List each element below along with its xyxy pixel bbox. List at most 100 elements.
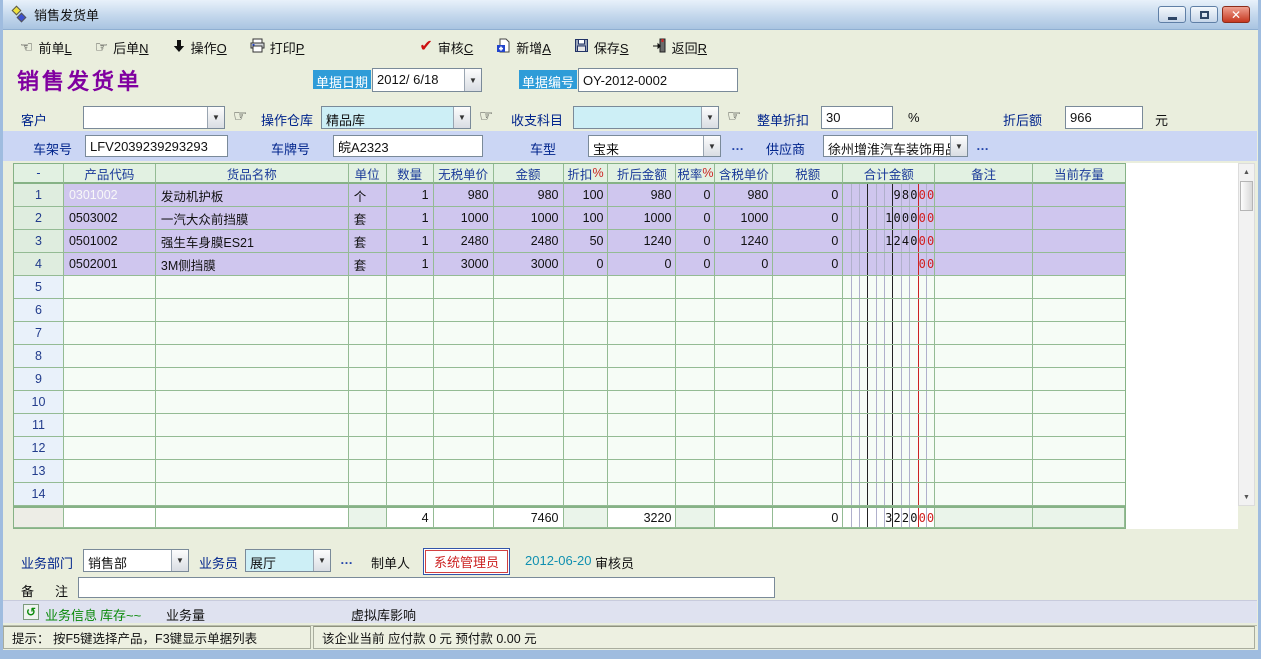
audit-button[interactable]: ✔ 审核C: [416, 36, 476, 59]
cell-code[interactable]: 0501002: [64, 230, 156, 253]
cell-taxPrice[interactable]: [715, 460, 773, 483]
cell-total[interactable]: [843, 368, 935, 391]
cell-tax[interactable]: 0: [773, 253, 843, 276]
cell-taxPrice[interactable]: [715, 345, 773, 368]
cell-discAmt[interactable]: [608, 322, 676, 345]
cell-price[interactable]: [434, 391, 494, 414]
cell-price[interactable]: [434, 483, 494, 506]
cell-total[interactable]: [843, 437, 935, 460]
cell-name[interactable]: [156, 345, 349, 368]
cell-price[interactable]: [434, 345, 494, 368]
cell-code[interactable]: [64, 276, 156, 299]
cell-taxPrice[interactable]: 1240: [715, 230, 773, 253]
cell-taxPrice[interactable]: 0: [715, 253, 773, 276]
cell-unit[interactable]: [349, 299, 387, 322]
cell-num[interactable]: 12: [14, 437, 64, 460]
cell-tax[interactable]: [773, 368, 843, 391]
cell-price[interactable]: [434, 368, 494, 391]
cell-discAmt[interactable]: 1240: [608, 230, 676, 253]
cell-code[interactable]: [64, 368, 156, 391]
order-discount-input[interactable]: [821, 106, 893, 129]
pick-account-icon[interactable]: ☞: [727, 106, 741, 126]
cell-name[interactable]: [156, 391, 349, 414]
next-doc-button[interactable]: ☞ 后单N: [92, 36, 152, 59]
print-button[interactable]: 打印P: [247, 36, 308, 59]
cell-taxRate[interactable]: 0: [676, 230, 715, 253]
chevron-down-icon[interactable]: ▼: [453, 107, 470, 128]
cell-code[interactable]: [64, 299, 156, 322]
cell-num[interactable]: 8: [14, 345, 64, 368]
cell-disc[interactable]: 100: [564, 207, 609, 230]
cell-stock[interactable]: [1033, 414, 1125, 437]
cell-stock[interactable]: [1033, 345, 1125, 368]
cell-price[interactable]: 1000: [434, 207, 494, 230]
cell-total[interactable]: 100000: [843, 207, 935, 230]
cell-qty[interactable]: [387, 460, 434, 483]
cell-price[interactable]: 2480: [434, 230, 494, 253]
cell-code[interactable]: [64, 322, 156, 345]
cell-total[interactable]: 98000: [843, 184, 935, 207]
cell-qty[interactable]: [387, 391, 434, 414]
cell-name[interactable]: [156, 414, 349, 437]
stock-link[interactable]: 库存~~: [100, 605, 141, 624]
cell-qty[interactable]: [387, 299, 434, 322]
cell-price[interactable]: [434, 276, 494, 299]
cell-taxRate[interactable]: [676, 299, 715, 322]
cell-unit[interactable]: [349, 437, 387, 460]
cell-tax[interactable]: [773, 437, 843, 460]
cell-qty[interactable]: [387, 483, 434, 506]
cell-name[interactable]: [156, 483, 349, 506]
cell-taxPrice[interactable]: [715, 483, 773, 506]
cell-unit[interactable]: [349, 322, 387, 345]
cell-num[interactable]: 5: [14, 276, 64, 299]
cell-disc[interactable]: [564, 345, 609, 368]
cell-tax[interactable]: [773, 460, 843, 483]
creator-badge[interactable]: 系统管理员: [423, 548, 510, 575]
cell-name[interactable]: 3M侧挡膜: [156, 253, 349, 276]
cell-amount[interactable]: [494, 414, 564, 437]
cell-name[interactable]: 一汽大众前挡膜: [156, 207, 349, 230]
cell-taxPrice[interactable]: 980: [715, 184, 773, 207]
discounted-amount-input[interactable]: [1065, 106, 1143, 129]
cell-disc[interactable]: [564, 414, 609, 437]
cell-total[interactable]: 124000: [843, 230, 935, 253]
cell-qty[interactable]: [387, 345, 434, 368]
cell-taxRate[interactable]: [676, 414, 715, 437]
cell-code[interactable]: [64, 483, 156, 506]
cell-unit[interactable]: [349, 345, 387, 368]
cell-name[interactable]: [156, 322, 349, 345]
cell-qty[interactable]: 1: [387, 207, 434, 230]
cell-disc[interactable]: [564, 391, 609, 414]
cell-amount[interactable]: [494, 322, 564, 345]
pick-customer-icon[interactable]: ☞: [233, 106, 247, 126]
cell-name[interactable]: [156, 437, 349, 460]
cell-num[interactable]: 10: [14, 391, 64, 414]
cell-discAmt[interactable]: [608, 460, 676, 483]
cell-code[interactable]: 0503002: [64, 207, 156, 230]
plate-input[interactable]: [333, 135, 483, 157]
cell-remark[interactable]: [935, 345, 1033, 368]
warehouse-combo[interactable]: 精品库 ▼: [321, 106, 471, 129]
cell-code[interactable]: [64, 391, 156, 414]
cell-taxPrice[interactable]: [715, 299, 773, 322]
cell-disc[interactable]: [564, 368, 609, 391]
cell-tax[interactable]: 0: [773, 230, 843, 253]
cell-stock[interactable]: [1033, 276, 1125, 299]
cell-disc[interactable]: [564, 437, 609, 460]
chevron-down-icon[interactable]: ▼: [171, 550, 188, 571]
chevron-down-icon[interactable]: ▼: [313, 550, 330, 571]
cell-amount[interactable]: 1000: [494, 207, 564, 230]
cell-code[interactable]: 0301002: [64, 184, 156, 207]
cell-total[interactable]: 00: [843, 253, 935, 276]
customer-combo[interactable]: ▼: [83, 106, 225, 129]
cell-taxRate[interactable]: [676, 437, 715, 460]
cell-disc[interactable]: 50: [564, 230, 609, 253]
cell-amount[interactable]: [494, 391, 564, 414]
model-combo[interactable]: 宝来 ▼: [588, 135, 721, 157]
cell-tax[interactable]: [773, 345, 843, 368]
cell-disc[interactable]: [564, 483, 609, 506]
cell-price[interactable]: [434, 414, 494, 437]
cell-taxRate[interactable]: [676, 460, 715, 483]
cell-stock[interactable]: [1033, 437, 1125, 460]
cell-taxPrice[interactable]: [715, 322, 773, 345]
